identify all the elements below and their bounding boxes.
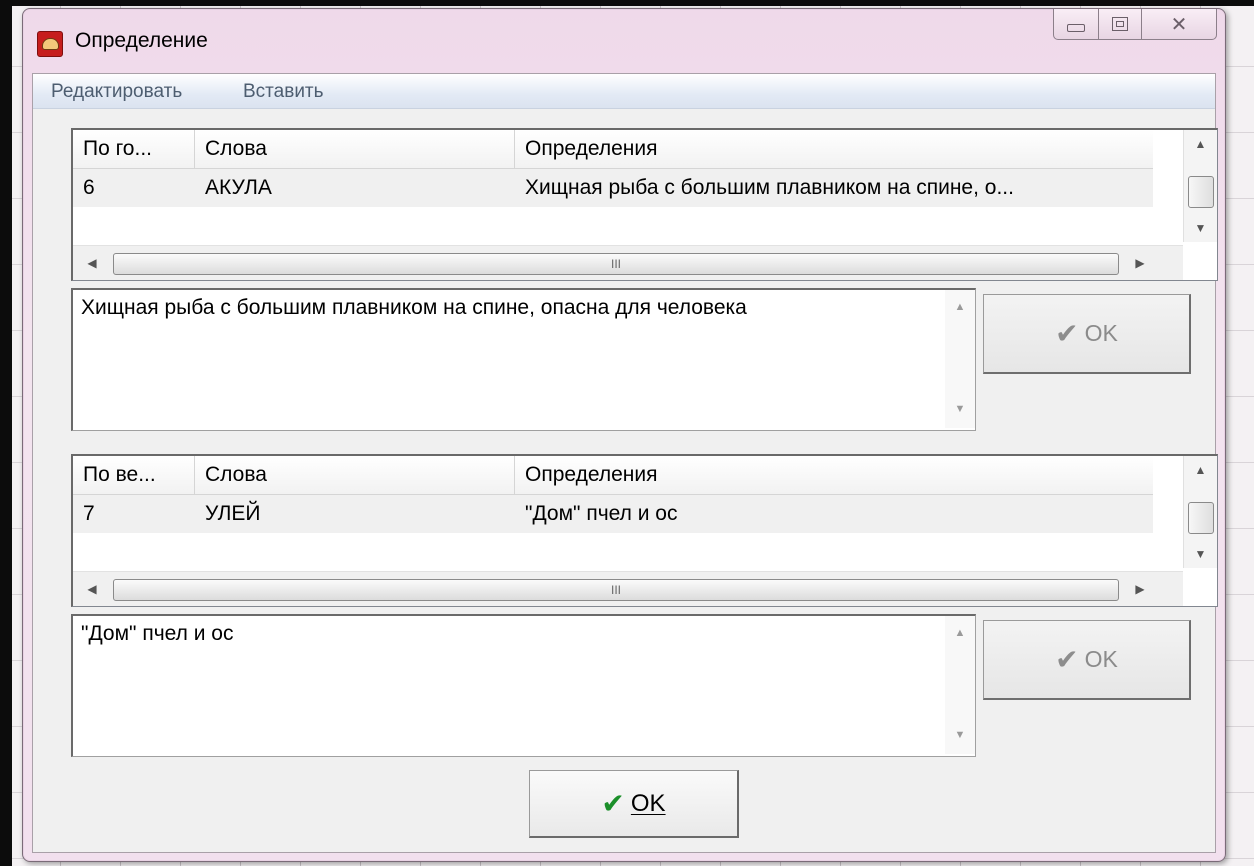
window-title: Определение bbox=[75, 29, 208, 52]
scroll-thumb[interactable] bbox=[1188, 502, 1214, 534]
definition-memo-vertical[interactable]: "Дом" пчел и ос ▲ ▼ bbox=[71, 614, 976, 757]
definition-window: Определение ✕ Редактировать Вставить По … bbox=[22, 8, 1226, 862]
close-button[interactable]: ✕ bbox=[1142, 9, 1217, 40]
scroll-thumb-horizontal[interactable]: III bbox=[113, 253, 1119, 275]
scroll-left-icon[interactable]: ◀ bbox=[77, 572, 107, 606]
column-header-words[interactable]: Слова bbox=[195, 456, 515, 494]
column-header-number[interactable]: По ве... bbox=[73, 456, 195, 494]
ok-label: OK bbox=[1084, 320, 1118, 346]
horizontal-scrollbar[interactable]: ◀ III ▶ bbox=[73, 571, 1183, 606]
column-header-definitions[interactable]: Определения bbox=[515, 130, 1153, 168]
cell-number: 7 bbox=[83, 502, 95, 525]
grid-header: По го... Слова Определения bbox=[73, 130, 1153, 169]
scroll-down-icon[interactable]: ▼ bbox=[1184, 214, 1217, 242]
maximize-icon bbox=[1112, 17, 1128, 31]
scroll-up-icon[interactable]: ▲ bbox=[945, 294, 975, 320]
caption-buttons: ✕ bbox=[1053, 9, 1217, 47]
cell-definition: "Дом" пчел и ос bbox=[525, 502, 678, 525]
vertical-scrollbar[interactable]: ▲ ▼ bbox=[1183, 456, 1217, 568]
scroll-right-icon[interactable]: ▶ bbox=[1125, 572, 1155, 606]
check-icon: ✔ bbox=[1055, 644, 1079, 675]
word-grid-vertical[interactable]: По ве... Слова Определения 7 УЛЕЙ "Дом" … bbox=[71, 454, 1218, 607]
memo-scrollbar[interactable]: ▲ ▼ bbox=[945, 290, 975, 428]
title-bar[interactable]: Определение ✕ bbox=[23, 9, 1225, 73]
minimize-button[interactable] bbox=[1053, 9, 1099, 40]
scroll-down-icon[interactable]: ▼ bbox=[945, 396, 975, 422]
scroll-down-icon[interactable]: ▼ bbox=[945, 722, 975, 748]
menu-bar: Редактировать Вставить bbox=[33, 74, 1215, 109]
grid-header: По ве... Слова Определения bbox=[73, 456, 1153, 495]
check-icon: ✔ bbox=[601, 788, 625, 819]
cell-definition: Хищная рыба с большим плавником на спине… bbox=[525, 176, 1014, 199]
maximize-button[interactable] bbox=[1099, 9, 1142, 40]
ok-button-horizontal[interactable]: ✔ OK bbox=[983, 294, 1191, 374]
cell-word: АКУЛА bbox=[205, 176, 272, 199]
ok-label: OK bbox=[1084, 646, 1118, 672]
column-header-definitions[interactable]: Определения bbox=[515, 456, 1153, 494]
client-area: Редактировать Вставить По го... Слова Оп… bbox=[32, 73, 1218, 853]
vertical-scrollbar[interactable]: ▲ ▼ bbox=[1183, 130, 1217, 242]
scroll-up-icon[interactable]: ▲ bbox=[945, 620, 975, 646]
ok-label: OK bbox=[630, 789, 666, 817]
scroll-thumb[interactable] bbox=[1188, 176, 1214, 208]
check-icon: ✔ bbox=[1055, 318, 1079, 349]
memo-scrollbar[interactable]: ▲ ▼ bbox=[945, 616, 975, 754]
column-header-number[interactable]: По го... bbox=[73, 130, 195, 168]
table-row[interactable]: 7 УЛЕЙ "Дом" пчел и ос bbox=[73, 495, 1153, 533]
close-icon: ✕ bbox=[1170, 13, 1188, 36]
menu-insert[interactable]: Вставить bbox=[243, 81, 324, 103]
scroll-down-icon[interactable]: ▼ bbox=[1184, 540, 1217, 568]
ok-button-vertical[interactable]: ✔ OK bbox=[983, 620, 1191, 700]
word-grid-horizontal[interactable]: По го... Слова Определения 6 АКУЛА Хищна… bbox=[71, 128, 1218, 281]
horizontal-scrollbar[interactable]: ◀ III ▶ bbox=[73, 245, 1183, 280]
menu-edit[interactable]: Редактировать bbox=[51, 81, 182, 103]
scroll-up-icon[interactable]: ▲ bbox=[1184, 130, 1217, 158]
desktop-edge bbox=[0, 0, 12, 866]
table-row[interactable]: 6 АКУЛА Хищная рыба с большим плавником … bbox=[73, 169, 1153, 207]
cell-word: УЛЕЙ bbox=[205, 502, 261, 525]
memo-text: "Дом" пчел и ос bbox=[81, 622, 234, 645]
app-icon[interactable] bbox=[37, 31, 63, 57]
scroll-left-icon[interactable]: ◀ bbox=[77, 246, 107, 280]
main-ok-button[interactable]: ✔ OK bbox=[529, 770, 739, 838]
definition-memo-horizontal[interactable]: Хищная рыба с большим плавником на спине… bbox=[71, 288, 976, 431]
column-header-words[interactable]: Слова bbox=[195, 130, 515, 168]
cell-number: 6 bbox=[83, 176, 95, 199]
desktop-edge-top bbox=[0, 0, 1254, 6]
memo-text: Хищная рыба с большим плавником на спине… bbox=[81, 296, 747, 319]
scroll-thumb-horizontal[interactable]: III bbox=[113, 579, 1119, 601]
scroll-right-icon[interactable]: ▶ bbox=[1125, 246, 1155, 280]
minimize-icon bbox=[1067, 24, 1085, 32]
scroll-up-icon[interactable]: ▲ bbox=[1184, 456, 1217, 484]
